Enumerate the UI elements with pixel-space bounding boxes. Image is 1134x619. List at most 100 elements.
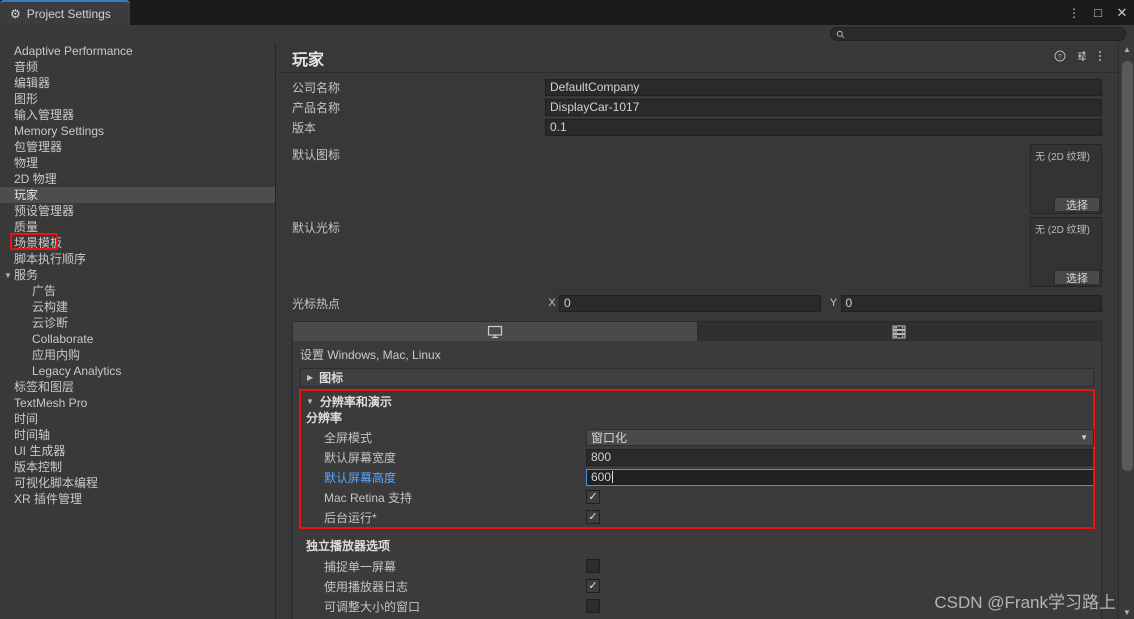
sidebar-item-5[interactable]: Memory Settings xyxy=(0,123,275,139)
vertical-scrollbar[interactable]: ▲ ▼ xyxy=(1118,43,1134,619)
resolution-checkbox-4[interactable]: ✓ xyxy=(586,510,600,524)
standalone-checkbox-2[interactable] xyxy=(586,599,600,613)
sidebar-item-0[interactable]: Adaptive Performance xyxy=(0,43,275,59)
sidebar-item-11[interactable]: 质量 xyxy=(0,219,275,235)
settings-sidebar[interactable]: Adaptive Performance 音频编辑器 图形 输入管理器 Memory S… xyxy=(0,43,276,619)
cursor-hotspot-label: 光标热点 xyxy=(292,296,341,311)
panel-header-icons: ? xyxy=(1054,50,1102,62)
sidebar-item-14[interactable]: ▼ 服务 xyxy=(0,267,275,283)
sidebar-item-label: 服务 xyxy=(14,268,39,282)
standalone-checkbox-1[interactable]: ✓ xyxy=(586,579,600,593)
sidebar-item-18[interactable]: Collaborate xyxy=(0,331,275,347)
resolution-dropdown-0[interactable]: 窗口化 ▼ xyxy=(586,428,1094,446)
sidebar-item-17[interactable]: 云诊断 xyxy=(0,315,275,331)
standalone-label-0: 捕捉单一屏幕 xyxy=(324,559,397,574)
sidebar-item-27[interactable]: 可视化脚本编程 xyxy=(0,475,275,491)
standalone-checkbox-wrap-2 xyxy=(586,599,1094,613)
sidebar-item-20[interactable]: Legacy Analytics xyxy=(0,363,275,379)
page-title: 玩家 xyxy=(292,51,325,69)
standalone-checkbox-0[interactable] xyxy=(586,559,600,573)
sidebar-item-19[interactable]: 应用内购 xyxy=(0,347,275,363)
sidebar-item-label: 云构建 xyxy=(32,300,69,314)
window-menu-icon[interactable]: ⋮ xyxy=(1062,0,1086,25)
sidebar-item-26[interactable]: 版本控制 xyxy=(0,459,275,475)
resolution-label-2: 默认屏幕高度 xyxy=(324,470,397,485)
player-settings-panel: 玩家 ? 公司名称 DefaultCompany 产品名称 DisplayCar… xyxy=(277,43,1118,619)
chevron-down-icon: ▼ xyxy=(1080,432,1088,442)
resolution-input-1[interactable]: 800 xyxy=(586,448,1094,466)
sidebar-item-21[interactable]: 标签和图层 xyxy=(0,379,275,395)
sidebar-item-12[interactable]: 场景模板 xyxy=(0,235,275,251)
company-name-row: 公司名称 xyxy=(292,77,1102,97)
gear-icon: ⚙ xyxy=(10,6,21,21)
sidebar-item-1[interactable]: 音频 xyxy=(0,59,275,75)
title-bar: ⚙ Project Settings ⋮ □ ✕ xyxy=(0,0,1134,25)
sidebar-item-label: TextMesh Pro xyxy=(14,396,88,410)
chevron-down-icon: ▼ xyxy=(306,396,314,406)
resolution-row-2: 默认屏幕高度 600 xyxy=(300,467,1094,487)
sidebar-item-13[interactable]: 脚本执行顺序 xyxy=(0,251,275,267)
sidebar-item-16[interactable]: 云构建 xyxy=(0,299,275,315)
company-name-input[interactable] xyxy=(545,78,1102,96)
chevron-down-icon[interactable]: ▼ xyxy=(4,268,14,284)
sidebar-item-label: 编辑器 xyxy=(14,76,51,90)
platform-tab-dedicated-server[interactable] xyxy=(697,322,1101,341)
maximize-icon[interactable]: □ xyxy=(1086,0,1110,25)
default-cursor-texture-field[interactable]: 无 (2D 纹理) 选择 xyxy=(1030,217,1102,287)
sidebar-item-6[interactable]: 包管理器 xyxy=(0,139,275,155)
sidebar-item-8[interactable]: 2D 物理 xyxy=(0,171,275,187)
company-name-label: 公司名称 xyxy=(292,80,341,95)
standalone-checkbox-wrap-1: ✓ xyxy=(586,579,1094,593)
sidebar-item-28[interactable]: XR 插件管理 xyxy=(0,491,275,507)
product-name-label: 产品名称 xyxy=(292,100,341,115)
sidebar-item-label: 脚本执行顺序 xyxy=(14,252,87,266)
resolution-input-2[interactable]: 600 xyxy=(586,468,1094,486)
sidebar-item-label: Adaptive Performance xyxy=(14,44,133,58)
sidebar-item-3[interactable]: 图形 xyxy=(0,91,275,107)
sidebar-item-15[interactable]: 广告 xyxy=(0,283,275,299)
tab-project-settings[interactable]: ⚙ Project Settings xyxy=(0,0,130,25)
hotspot-y-input[interactable] xyxy=(840,294,1102,312)
default-icon-texture-field[interactable]: 无 (2D 纹理) 选择 xyxy=(1030,144,1102,214)
sidebar-item-2[interactable]: 编辑器 xyxy=(0,75,275,91)
help-icon[interactable]: ? xyxy=(1054,50,1066,62)
sidebar-item-23[interactable]: 时间 xyxy=(0,411,275,427)
sidebar-item-label: 时间轴 xyxy=(14,428,51,442)
resolution-checkbox-3[interactable]: ✓ xyxy=(586,490,600,504)
standalone-row-0: 捕捉单一屏幕 xyxy=(300,556,1094,576)
sidebar-item-label: 广告 xyxy=(32,284,57,298)
sidebar-item-label: 玩家 xyxy=(14,188,39,202)
sidebar-item-label: 音频 xyxy=(14,60,39,74)
icon-foldout[interactable]: ▶ 图标 xyxy=(300,368,1094,387)
sidebar-item-label: 包管理器 xyxy=(14,140,63,154)
scroll-up-icon[interactable]: ▲ xyxy=(1119,43,1134,56)
search-input[interactable] xyxy=(848,28,1125,40)
scrollbar-thumb[interactable] xyxy=(1122,61,1133,471)
resolution-checkbox-wrap-3: ✓ xyxy=(586,490,1094,504)
sidebar-item-4[interactable]: 输入管理器 xyxy=(0,107,275,123)
search-icon xyxy=(836,30,845,38)
sidebar-item-label: Collaborate xyxy=(32,332,94,346)
sidebar-item-7[interactable]: 物理 xyxy=(0,155,275,171)
chevron-right-icon: ▶ xyxy=(307,373,314,382)
sidebar-item-label: 应用内购 xyxy=(32,348,81,362)
scroll-down-icon[interactable]: ▼ xyxy=(1119,606,1134,619)
resolution-group-title[interactable]: ▼ 分辨率和演示 xyxy=(300,392,1094,410)
sidebar-item-10[interactable]: 预设管理器 xyxy=(0,203,275,219)
preset-icon[interactable] xyxy=(1076,50,1088,62)
version-input[interactable] xyxy=(545,118,1102,136)
search-box[interactable] xyxy=(830,27,1126,41)
kebab-menu-icon[interactable] xyxy=(1098,50,1102,62)
sidebar-item-24[interactable]: 时间轴 xyxy=(0,427,275,443)
sidebar-item-22[interactable]: TextMesh Pro xyxy=(0,395,275,411)
default-icon-select-button[interactable]: 选择 xyxy=(1054,197,1100,212)
sidebar-item-9[interactable]: 玩家 xyxy=(0,187,275,203)
default-cursor-select-button[interactable]: 选择 xyxy=(1054,270,1100,285)
hotspot-x-label: X xyxy=(548,297,556,309)
sidebar-item-25[interactable]: UI 生成器 xyxy=(0,443,275,459)
close-icon[interactable]: ✕ xyxy=(1110,0,1134,25)
hotspot-x-input[interactable] xyxy=(559,294,821,312)
sidebar-item-label: 预设管理器 xyxy=(14,204,75,218)
product-name-input[interactable] xyxy=(545,98,1102,116)
platform-tab-standalone[interactable] xyxy=(293,322,698,341)
